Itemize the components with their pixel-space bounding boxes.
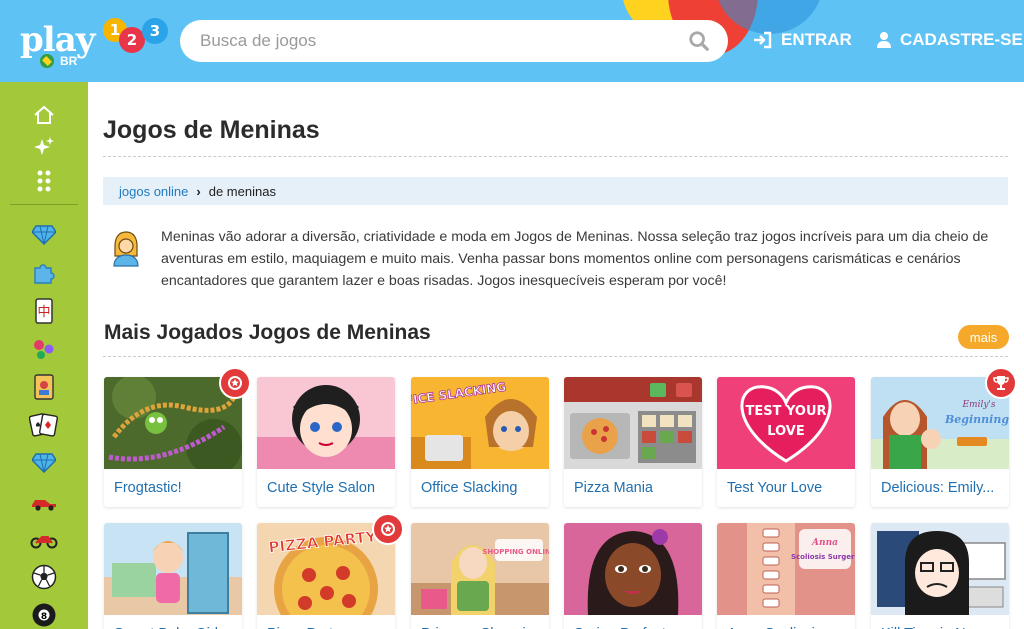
- game-title: Delicious: Emily...: [881, 480, 995, 496]
- game-card[interactable]: Pizza Mania: [564, 377, 702, 507]
- bubbles-icon[interactable]: [29, 334, 59, 364]
- diamond-icon[interactable]: [29, 448, 59, 478]
- user-icon: [877, 32, 891, 48]
- grid-dots-icon[interactable]: [29, 166, 59, 196]
- trophy-icon: [985, 367, 1017, 399]
- game-card[interactable]: PIZZA PARTY Pizza Party: [257, 523, 395, 629]
- home-icon[interactable]: [29, 100, 59, 130]
- diamond-icon[interactable]: [29, 220, 59, 250]
- game-thumbnail: SHOPPING ONLINE: [411, 523, 549, 615]
- svg-text:8: 8: [41, 612, 47, 622]
- game-title: Pizza Party: [257, 615, 395, 629]
- sparkles-icon[interactable]: [29, 132, 59, 162]
- svg-text:中: 中: [37, 305, 50, 320]
- game-thumbnail: [104, 523, 242, 615]
- game-title: Office Slacking: [421, 480, 518, 496]
- game-card[interactable]: Emily's Beginning Delicious: Emily...: [871, 377, 1009, 507]
- thumb-text: Beginning: [944, 413, 1009, 426]
- game-thumbnail: [257, 377, 395, 469]
- search-input[interactable]: [200, 31, 688, 51]
- game-thumbnail: [564, 377, 702, 469]
- game-title: Sweet Baby Girl: [104, 615, 242, 629]
- game-card[interactable]: Cute Style Salon: [257, 377, 395, 507]
- search-icon[interactable]: [688, 30, 710, 52]
- game-thumbnail: [564, 523, 702, 615]
- breadcrumb-current: de meninas: [208, 183, 276, 199]
- section-divider: [103, 356, 1008, 357]
- game-title: Spring Perfect: [564, 615, 702, 629]
- login-label: ENTRAR: [781, 30, 852, 49]
- game-title: Test Your Love: [727, 480, 823, 496]
- award-icon: [219, 367, 251, 399]
- puzzle-icon[interactable]: [29, 258, 59, 288]
- login-button[interactable]: ENTRAR: [753, 30, 852, 50]
- game-thumbnail: OFFICE SLACKING: [411, 377, 549, 469]
- game-title: Kill Time in N...: [871, 615, 1009, 629]
- game-title: Cute Style Salon: [267, 480, 376, 496]
- breadcrumb-home-link[interactable]: jogos online: [119, 184, 188, 199]
- main-content: Jogos de Meninas jogos online › de menin…: [88, 82, 1024, 629]
- game-thumbnail: Anna Scoliosis Surgery: [717, 523, 855, 615]
- game-title: Princess Shopping: [411, 615, 549, 629]
- breadcrumb-separator-icon: ›: [196, 183, 201, 199]
- motorbike-icon[interactable]: [29, 524, 59, 554]
- category-sidebar: 中 8: [0, 82, 88, 629]
- login-icon: [754, 31, 772, 49]
- playing-cards-icon[interactable]: [29, 410, 59, 440]
- game-thumbnail: [871, 523, 1009, 615]
- game-title: Pizza Mania: [574, 480, 653, 496]
- logo-digit: 3: [142, 18, 168, 44]
- thumb-text: Anna: [811, 538, 838, 548]
- game-card[interactable]: Sweet Baby Girl: [104, 523, 242, 629]
- mahjong-tile-icon[interactable]: 中: [29, 296, 59, 326]
- game-title: Frogtastic!: [114, 480, 182, 496]
- game-card[interactable]: TEST YOUR LOVE Test Your Love: [717, 377, 855, 507]
- card-game-icon[interactable]: [29, 372, 59, 402]
- game-card[interactable]: SHOPPING ONLINE Princess Shopping: [411, 523, 549, 629]
- signup-button[interactable]: CADASTRE-SE: [876, 30, 1023, 50]
- breadcrumb: jogos online › de meninas: [103, 177, 1008, 205]
- game-card[interactable]: Frogtastic!: [104, 377, 242, 507]
- more-games-button[interactable]: mais: [958, 325, 1009, 349]
- thumb-text: SHOPPING ONLINE: [482, 548, 549, 556]
- page-title: Jogos de Meninas: [103, 116, 320, 144]
- car-icon[interactable]: [29, 488, 59, 518]
- site-logo[interactable]: play 1 2 3 BR: [20, 16, 170, 72]
- thumb-text: TEST YOUR: [745, 404, 826, 419]
- sidebar-divider: [10, 204, 78, 205]
- soccer-ball-icon[interactable]: [29, 562, 59, 592]
- title-divider: [103, 156, 1008, 157]
- game-card[interactable]: Spring Perfect: [564, 523, 702, 629]
- brazil-flag-icon: [40, 54, 54, 68]
- country-code: BR: [60, 54, 78, 68]
- top-header: play 1 2 3 BR ENTRAR CADASTRE-SE: [0, 0, 1024, 82]
- intro-text: Meninas vão adorar a diversão, criativid…: [161, 229, 989, 289]
- search-bar: [180, 20, 728, 62]
- country-selector[interactable]: BR: [40, 54, 77, 68]
- category-intro: Meninas vão adorar a diversão, criativid…: [111, 226, 1008, 292]
- game-thumbnail: TEST YOUR LOVE: [717, 377, 855, 469]
- game-card[interactable]: OFFICE SLACKING Office Slacking: [411, 377, 549, 507]
- thumb-text: Emily's: [961, 400, 995, 410]
- girl-icon: [113, 231, 139, 267]
- thumb-text: Scoliosis Surgery: [791, 553, 855, 561]
- game-title: Anna Scoliosis: [717, 615, 855, 629]
- game-card[interactable]: Anna Scoliosis Surgery Anna Scoliosis: [717, 523, 855, 629]
- billiard-ball-icon[interactable]: 8: [29, 600, 59, 629]
- signup-label: CADASTRE-SE: [900, 30, 1023, 49]
- thumb-text: LOVE: [767, 424, 804, 439]
- award-icon: [372, 513, 404, 545]
- section-title: Mais Jogados Jogos de Meninas: [104, 321, 431, 344]
- game-card[interactable]: Kill Time in N...: [871, 523, 1009, 629]
